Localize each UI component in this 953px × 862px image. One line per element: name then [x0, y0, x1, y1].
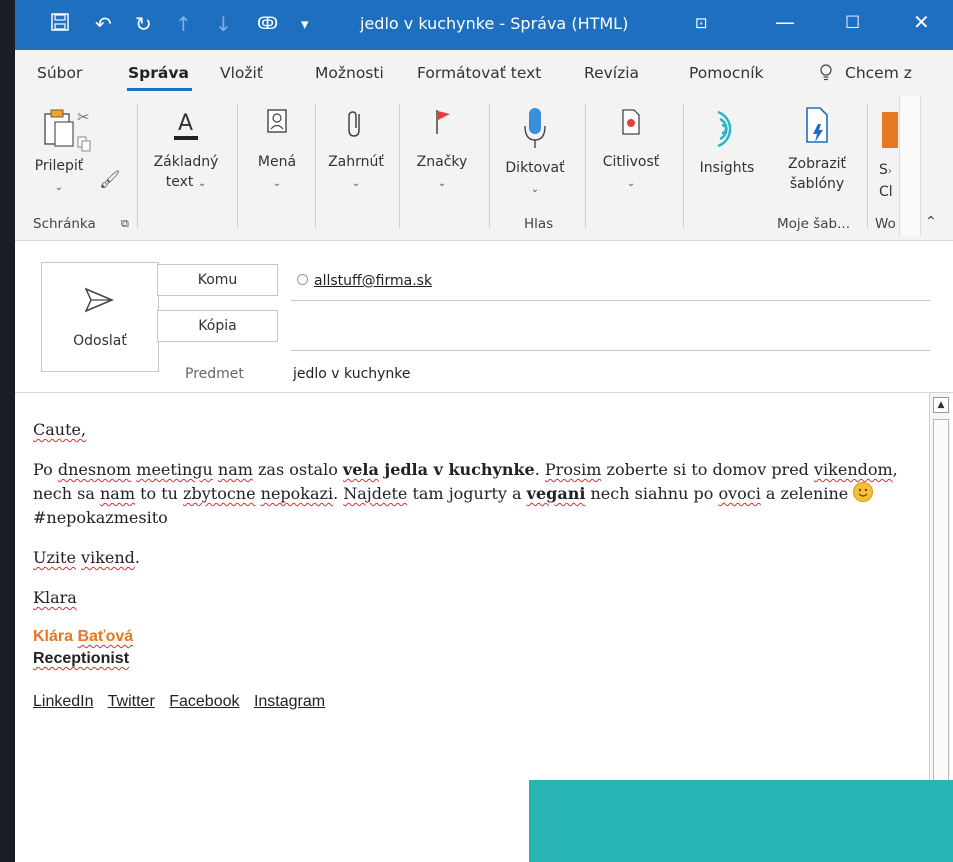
body-paragraph: Po dnesnom meetingu nam zas ostalo vela … — [33, 460, 898, 503]
chevron-right-icon: › — [887, 166, 892, 177]
minimize-icon[interactable]: — — [775, 10, 795, 34]
subject-label: Predmet — [185, 366, 244, 382]
chevron-down-icon: ⌄ — [626, 178, 636, 189]
subject-field[interactable]: jedlo v kuchynke — [293, 366, 411, 382]
twitter-link[interactable]: Twitter — [108, 693, 155, 710]
header-divider — [15, 392, 953, 393]
tab-format-text[interactable]: Formátovať text — [417, 64, 541, 82]
smiley-emoji-icon — [853, 482, 874, 502]
recipient-address[interactable]: allstuff@firma.sk — [314, 273, 432, 289]
ribbon-display-options-icon[interactable]: ⊡ — [695, 14, 708, 32]
presence-icon — [297, 274, 308, 285]
linkedin-link[interactable]: LinkedIn — [33, 693, 94, 710]
customize-toolbar-icon[interactable]: ▾ — [301, 10, 309, 38]
sender-name: Klara — [33, 588, 77, 607]
tell-me-search[interactable]: Chcem z — [845, 64, 912, 82]
view-templates-button[interactable]: Zobraziť šablóny — [773, 104, 861, 194]
send-icon — [84, 287, 114, 317]
group-separator — [867, 104, 868, 228]
office-addin-icon[interactable] — [882, 112, 898, 148]
vertical-scrollbar[interactable]: ▲ — [929, 393, 950, 793]
chevron-down-icon: ⌄ — [351, 178, 361, 189]
group-separator — [137, 104, 138, 228]
group-separator — [399, 104, 400, 228]
chevron-down-icon: ⌄ — [530, 184, 540, 195]
redo-icon[interactable]: ↻ — [135, 10, 152, 38]
send-button[interactable]: Odoslať — [41, 262, 159, 372]
tab-message[interactable]: Správa — [128, 64, 189, 82]
message-body[interactable]: Caute, Po dnesnom meetingu nam zas ostal… — [33, 418, 923, 714]
next-item-icon[interactable]: ↓ — [215, 10, 232, 38]
group-separator — [683, 104, 684, 228]
to-button[interactable]: Komu — [157, 264, 278, 296]
signature-block: Klára Baťová Receptionist — [33, 626, 923, 670]
scroll-up-arrow-icon[interactable]: ▲ — [933, 397, 949, 413]
tab-options[interactable]: Možnosti — [315, 64, 384, 82]
chevron-down-icon: ⌄ — [197, 178, 207, 189]
group-label-voice: Hlas — [524, 216, 554, 232]
tab-insert[interactable]: Vložiť — [220, 64, 263, 82]
to-field[interactable]: allstuff@firma.sk — [297, 273, 432, 289]
to-field-underline — [291, 300, 930, 301]
group-separator — [585, 104, 586, 228]
dialog-launcher-icon[interactable]: ⧉ — [121, 217, 129, 231]
include-button[interactable]: Zahrnúť ⌄ — [319, 106, 393, 194]
cc-button[interactable]: Kópia — [157, 310, 278, 342]
tab-help[interactable]: Pomocník — [689, 64, 764, 82]
teal-overlay-banner — [529, 780, 953, 862]
cut-icon[interactable]: ✂ — [77, 108, 90, 126]
format-painter-icon[interactable]: 🖌 — [99, 170, 121, 190]
insights-button[interactable]: Insights — [687, 106, 767, 178]
sensitivity-button[interactable]: Citlivosť ⌄ — [591, 106, 671, 194]
send-label: Odoslať — [73, 333, 127, 349]
chevron-down-icon: ⌄ — [272, 178, 282, 189]
ribbon-scroll-strip[interactable] — [899, 96, 921, 236]
svg-text:A: A — [178, 111, 193, 136]
cc-field[interactable] — [291, 350, 930, 351]
collapse-ribbon-icon[interactable]: ⌃ — [925, 214, 937, 230]
group-label-wo: Wo — [875, 216, 896, 232]
group-separator — [489, 104, 490, 228]
undo-icon[interactable]: ↶ — [95, 10, 112, 38]
close-icon[interactable]: ✕ — [913, 10, 930, 34]
tab-review[interactable]: Revízia — [584, 64, 639, 82]
copy-icon[interactable] — [77, 136, 91, 156]
greeting: Caute, — [33, 420, 87, 439]
social-links: LinkedIn Twitter Facebook Instagram — [33, 690, 923, 714]
scroll-track[interactable] — [933, 419, 949, 791]
maximize-icon[interactable]: ☐ — [845, 13, 860, 33]
instagram-link[interactable]: Instagram — [254, 693, 325, 710]
window-title: jedlo v kuchynke - Správa (HTML) — [360, 14, 629, 33]
previous-item-icon[interactable]: ↑ — [175, 10, 192, 38]
group-separator — [315, 104, 316, 228]
save-icon[interactable] — [51, 10, 69, 38]
closing-line: Uzite vikend. — [33, 548, 140, 567]
hashtag-line: #nepokazmesito — [33, 508, 168, 527]
dictate-button[interactable]: Diktovať ⌄ — [495, 106, 575, 200]
chevron-down-icon: ⌄ — [437, 178, 447, 189]
group-label-clipboard: Schránka — [33, 216, 96, 232]
group-separator — [237, 104, 238, 228]
chevron-down-icon: ⌄ — [54, 182, 64, 193]
names-button[interactable]: Mená ⌄ — [245, 106, 309, 194]
tab-file[interactable]: Súbor — [37, 64, 82, 82]
title-bar: ↶ ↻ ↑ ↓ ↂ ▾ jedlo v kuchynke - Správa (H… — [15, 0, 953, 50]
lightbulb-icon[interactable] — [819, 64, 833, 86]
ribbon: Prilepiť ⌄ ✂ 🖌 A Základný text ⌄ Mená ⌄ Zah… — [15, 96, 953, 241]
facebook-link[interactable]: Facebook — [169, 693, 239, 710]
link-icon[interactable]: ↂ — [257, 10, 278, 38]
tags-button[interactable]: Značky ⌄ — [407, 106, 477, 194]
outlook-compose-window: ↶ ↻ ↑ ↓ ↂ ▾ jedlo v kuchynke - Správa (H… — [15, 0, 953, 862]
signature-name: Klára Baťová — [33, 628, 134, 645]
signature-role: Receptionist — [33, 650, 130, 667]
active-tab-indicator — [127, 88, 192, 91]
basic-text-button[interactable]: A Základný text ⌄ — [143, 106, 229, 194]
group-label-templates: Moje šab... — [777, 216, 851, 232]
